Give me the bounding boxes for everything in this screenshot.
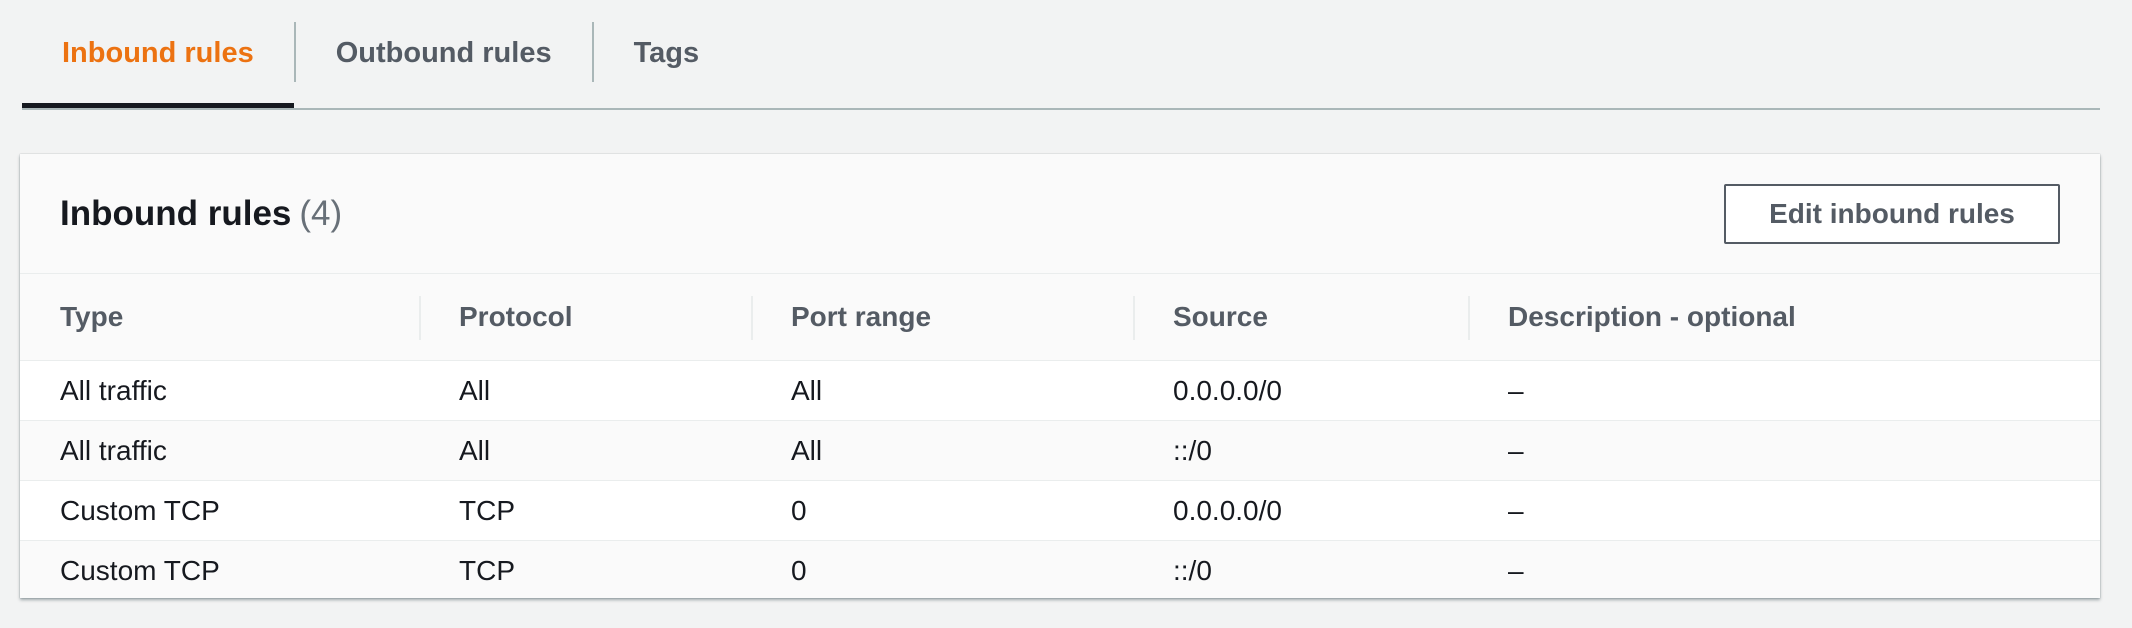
cell-protocol: TCP bbox=[419, 480, 751, 541]
cell-port-range: 0 bbox=[751, 540, 1133, 598]
tab-inbound-rules[interactable]: Inbound rules bbox=[22, 0, 294, 108]
cell-protocol: TCP bbox=[419, 540, 751, 598]
inbound-rules-panel: Inbound rules (4) Edit inbound rules Type… bbox=[20, 154, 2100, 598]
cell-source: ::/0 bbox=[1133, 540, 1468, 598]
tab-outbound-rules[interactable]: Outbound rules bbox=[296, 0, 592, 106]
cell-protocol: All bbox=[419, 360, 751, 421]
column-separator[interactable] bbox=[1468, 296, 1470, 340]
cell-source: ::/0 bbox=[1133, 420, 1468, 481]
rules-table: Type Protocol Port range Source Descript… bbox=[20, 274, 2100, 598]
cell-type: Custom TCP bbox=[20, 540, 419, 598]
cell-description: – bbox=[1468, 420, 2100, 481]
panel-title: Inbound rules (4) bbox=[60, 194, 342, 234]
column-header-source[interactable]: Source bbox=[1133, 274, 1468, 361]
cell-type: All traffic bbox=[20, 420, 419, 481]
tab-label: Outbound rules bbox=[335, 36, 552, 69]
tab-label: Inbound rules bbox=[62, 36, 254, 69]
tab-label: Tags bbox=[633, 36, 700, 69]
table-header-row: Type Protocol Port range Source Descript… bbox=[20, 274, 2100, 361]
column-header-type[interactable]: Type bbox=[20, 274, 419, 361]
edit-inbound-rules-button[interactable]: Edit inbound rules bbox=[1724, 184, 2060, 244]
table-row: Custom TCP TCP 0 ::/0 – bbox=[20, 540, 2100, 598]
cell-description: – bbox=[1468, 360, 2100, 421]
cell-type: Custom TCP bbox=[20, 480, 419, 541]
column-header-protocol[interactable]: Protocol bbox=[419, 274, 751, 361]
panel-title-text: Inbound rules bbox=[60, 194, 292, 233]
cell-port-range: 0 bbox=[751, 480, 1133, 541]
tab-bar: Inbound rules Outbound rules Tags bbox=[22, 0, 2100, 110]
cell-description: – bbox=[1468, 480, 2100, 541]
cell-source: 0.0.0.0/0 bbox=[1133, 480, 1468, 541]
table-row: Custom TCP TCP 0 0.0.0.0/0 – bbox=[20, 480, 2100, 541]
column-header-port-range[interactable]: Port range bbox=[751, 274, 1133, 361]
cell-port-range: All bbox=[751, 420, 1133, 481]
column-separator[interactable] bbox=[419, 296, 421, 340]
cell-description: – bbox=[1468, 540, 2100, 598]
table-row: All traffic All All ::/0 – bbox=[20, 420, 2100, 481]
column-separator[interactable] bbox=[1133, 296, 1135, 340]
column-separator[interactable] bbox=[751, 296, 753, 340]
panel-header: Inbound rules (4) Edit inbound rules bbox=[20, 154, 2100, 274]
tab-tags[interactable]: Tags bbox=[594, 0, 740, 106]
cell-type: All traffic bbox=[20, 360, 419, 421]
rule-count: (4) bbox=[299, 194, 343, 233]
table-row: All traffic All All 0.0.0.0/0 – bbox=[20, 360, 2100, 421]
column-header-description[interactable]: Description - optional bbox=[1468, 274, 2100, 361]
cell-port-range: All bbox=[751, 360, 1133, 421]
cell-protocol: All bbox=[419, 420, 751, 481]
cell-source: 0.0.0.0/0 bbox=[1133, 360, 1468, 421]
